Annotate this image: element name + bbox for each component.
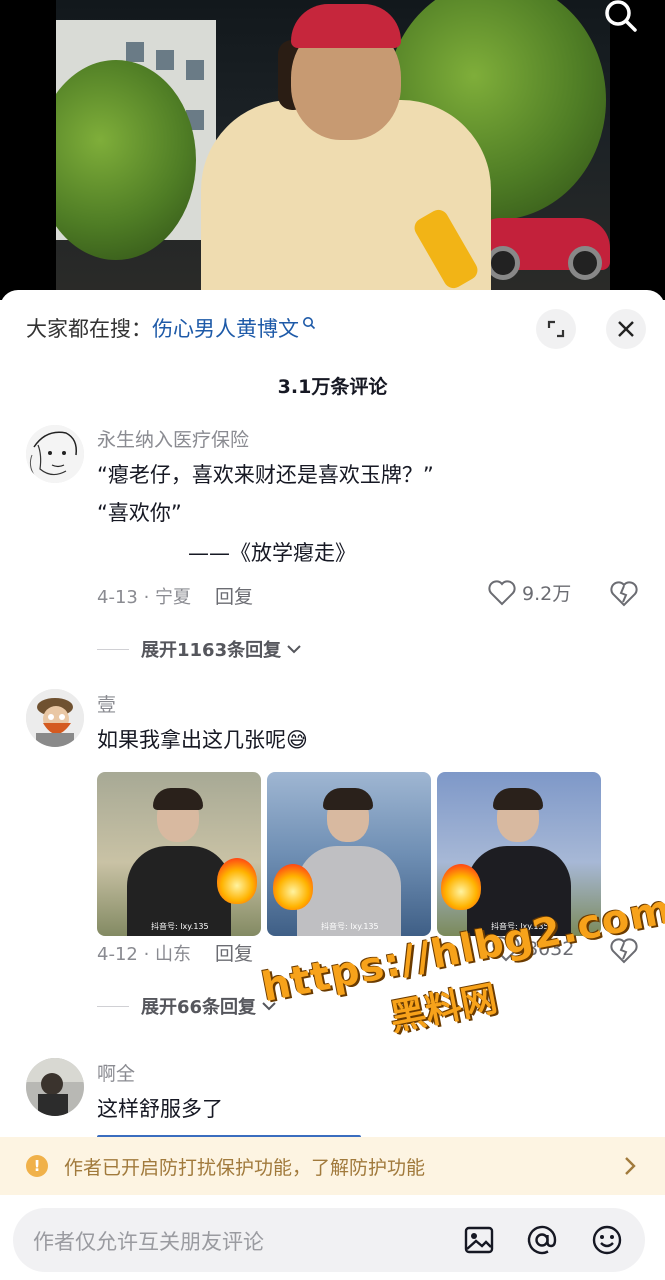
comment-username[interactable]: 啊全 [97, 1059, 135, 1086]
like-count: 8032 [526, 938, 575, 960]
avatar[interactable] [26, 1058, 84, 1116]
video-player[interactable] [0, 0, 665, 300]
comment-text: 这样舒服多了 [97, 1097, 223, 1121]
heart-icon [492, 936, 520, 962]
protection-banner-text: 作者已开启防打扰保护功能，了解防护功能 [64, 1157, 426, 1179]
close-icon [618, 321, 634, 337]
comment-image[interactable]: 抖音号: lxy.135 [437, 772, 601, 936]
protection-banner[interactable]: ! 作者已开启防打扰保护功能，了解防护功能 [0, 1137, 665, 1195]
emoji-icon[interactable] [591, 1224, 623, 1256]
expand-icon [547, 320, 565, 338]
sheet-header: 大家都在搜：伤心男人黄博文 3.1万条评论 [0, 290, 665, 398]
like-button[interactable]: 9.2万 [488, 579, 571, 606]
hot-search-prefix: 大家都在搜： [26, 317, 152, 341]
close-button[interactable] [606, 309, 646, 349]
reply-button[interactable]: 回复 [215, 586, 253, 608]
warning-icon: ! [26, 1155, 48, 1177]
like-count: 9.2万 [522, 583, 572, 605]
search-icon[interactable] [600, 0, 640, 40]
comment-text-line: “喜欢你” [97, 501, 182, 525]
heart-icon [488, 579, 516, 605]
comment-meta: 4-12 · 山东 回复 [97, 939, 253, 966]
comment-username[interactable]: 永生纳入医疗保险 [97, 425, 249, 452]
chevron-down-icon [287, 645, 301, 654]
comment-text-line: ——《放学瘪走》 [188, 541, 356, 565]
chevron-right-icon [625, 1157, 636, 1175]
hot-search-keyword[interactable]: 伤心男人黄博文 [152, 317, 299, 341]
mention-icon[interactable] [526, 1224, 558, 1256]
comment-date-location: 4-13 · 宁夏 [97, 587, 192, 608]
red-car [476, 218, 610, 280]
comment-text-line: “瘪老仔，喜欢来财还是喜欢玉牌？” [97, 463, 434, 487]
comment-sheet: 大家都在搜：伤心男人黄博文 3.1万条评论 永生纳入医疗保险 “瘪老仔，喜欢来财… [0, 290, 665, 1280]
comment-image[interactable]: 抖音号: lxy.135 [267, 772, 431, 936]
expand-replies-button[interactable]: 展开1163条回复 [97, 636, 303, 662]
image-caption: 抖音号: lxy.135 [151, 922, 209, 931]
comment-date-location: 4-12 · 山东 [97, 944, 192, 965]
image-caption: 抖音号: lxy.135 [491, 922, 549, 931]
search-icon [303, 317, 316, 330]
image-icon[interactable] [463, 1224, 495, 1256]
like-button[interactable]: 8032 [492, 936, 574, 962]
comment-meta: 4-13 · 宁夏 回复 [97, 582, 253, 609]
comment-input[interactable]: 作者仅允许互关朋友评论 [13, 1208, 645, 1272]
hot-search-link[interactable]: 大家都在搜：伤心男人黄博文 [26, 313, 316, 343]
reply-button[interactable]: 回复 [215, 943, 253, 965]
comment-text: 如果我拿出这几张呢😅 [97, 728, 308, 752]
image-caption: 抖音号: lxy.135 [321, 922, 379, 931]
video-frame-image [56, 0, 610, 300]
expand-replies-label: 展开1163条回复 [141, 640, 282, 661]
chevron-down-icon [262, 1002, 276, 1011]
expand-fullscreen-button[interactable] [536, 309, 576, 349]
comment-count: 3.1万条评论 [277, 376, 388, 398]
avatar[interactable] [26, 425, 84, 483]
broken-heart-icon[interactable] [610, 937, 638, 965]
comment-username[interactable]: 壹 [97, 690, 116, 717]
expand-replies-button[interactable]: 展开66条回复 [97, 993, 278, 1019]
comment-image[interactable]: 抖音号: lxy.135 [97, 772, 261, 936]
expand-replies-label: 展开66条回复 [141, 997, 257, 1018]
app-frame: 大家都在搜：伤心男人黄博文 3.1万条评论 永生纳入医疗保险 “瘪老仔，喜欢来财… [0, 0, 665, 1280]
comment-input-placeholder: 作者仅允许互关朋友评论 [33, 1230, 264, 1254]
broken-heart-icon[interactable] [610, 580, 638, 608]
avatar[interactable] [26, 689, 84, 747]
